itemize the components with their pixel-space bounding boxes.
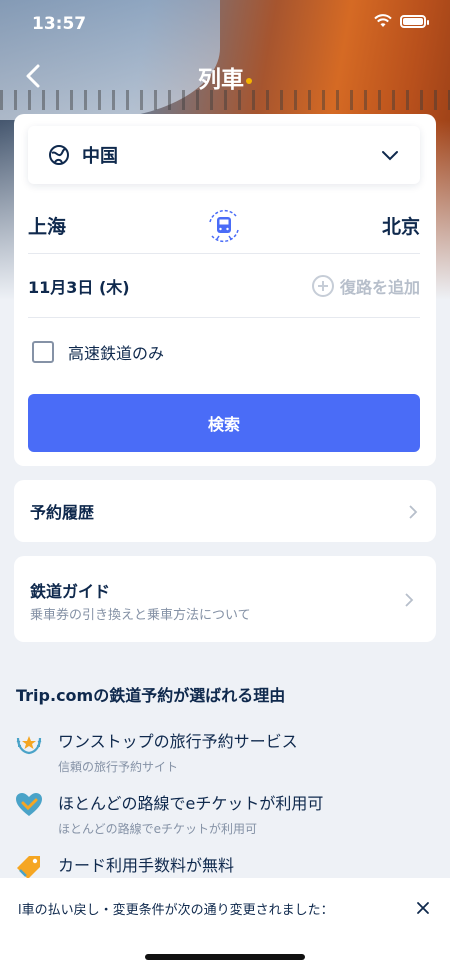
status-icons bbox=[374, 14, 429, 28]
rail-guide-link[interactable]: 鉄道ガイド 乗車券の引き換えと乗車方法について bbox=[14, 556, 436, 642]
heart-check-icon bbox=[14, 790, 44, 820]
add-return-label: 復路を追加 bbox=[339, 277, 420, 297]
departure-date[interactable]: 11月3日 (木) bbox=[28, 274, 130, 298]
nav-bar: 列車 bbox=[0, 52, 450, 100]
add-return-button[interactable]: 復路を追加 bbox=[311, 274, 420, 298]
laurel-icon bbox=[14, 728, 44, 758]
home-indicator bbox=[145, 954, 305, 960]
high-speed-only-toggle[interactable]: 高速鉄道のみ bbox=[32, 334, 164, 370]
notice-banner[interactable]: l車の払い戻し・変更条件が次の通り変更されました： bbox=[0, 878, 450, 938]
notice-text: l車の払い戻し・変更条件が次の通り変更されました： bbox=[18, 902, 334, 918]
chevron-right-icon bbox=[402, 592, 416, 607]
search-card: 中国 上海 北京 11月3日 (木) 復路を追加 高速鉄道のみ 検索 bbox=[14, 114, 436, 466]
battery-icon bbox=[400, 14, 429, 28]
rail-guide-label: 鉄道ガイド bbox=[30, 582, 111, 601]
close-icon[interactable] bbox=[414, 899, 432, 917]
reason-title: ほとんどの路線でeチケットが利用可 bbox=[58, 794, 324, 813]
date-row: 11月3日 (木) 復路を追加 bbox=[28, 254, 420, 318]
search-button[interactable]: 検索 bbox=[28, 394, 420, 452]
from-city[interactable]: 上海 bbox=[28, 212, 66, 239]
plus-circle-icon bbox=[311, 274, 334, 297]
reason-title: カード利用手数料が無料 bbox=[58, 856, 235, 875]
status-bar: 13:57 bbox=[0, 0, 450, 50]
reason-item: ワンストップの旅行予約サービス 信頼の旅行予約サイト bbox=[14, 728, 298, 775]
globe-icon bbox=[48, 144, 70, 166]
status-time: 13:57 bbox=[32, 14, 87, 34]
page-title: 列車 bbox=[0, 60, 450, 94]
swap-stations-icon[interactable] bbox=[204, 206, 244, 246]
booking-history-label: 予約履歴 bbox=[30, 503, 95, 522]
chevron-right-icon bbox=[406, 504, 420, 519]
chevron-down-icon bbox=[380, 145, 400, 165]
booking-history-link[interactable]: 予約履歴 bbox=[14, 480, 436, 542]
country-label: 中国 bbox=[82, 146, 118, 167]
wifi-icon bbox=[374, 14, 392, 28]
high-speed-checkbox[interactable] bbox=[32, 341, 54, 363]
reason-title: ワンストップの旅行予約サービス bbox=[58, 732, 298, 751]
reason-subtitle: 信頼の旅行予約サイト bbox=[58, 760, 179, 774]
page-title-text: 列車 bbox=[198, 67, 244, 93]
to-city[interactable]: 北京 bbox=[382, 212, 420, 239]
reasons-title: Trip.comの鉄道予約が選ばれる理由 bbox=[16, 686, 286, 705]
reason-item: ほとんどの路線でeチケットが利用可 ほとんどの路線でeチケットが利用可 bbox=[14, 790, 323, 837]
title-dot bbox=[246, 77, 252, 84]
rail-guide-subtitle: 乗車券の引き換えと乗車方法について bbox=[30, 608, 251, 623]
high-speed-label: 高速鉄道のみ bbox=[68, 344, 165, 363]
route-row: 上海 北京 bbox=[28, 198, 420, 254]
country-selector[interactable]: 中国 bbox=[28, 126, 420, 184]
reason-subtitle: ほとんどの路線でeチケットが利用可 bbox=[58, 822, 258, 836]
